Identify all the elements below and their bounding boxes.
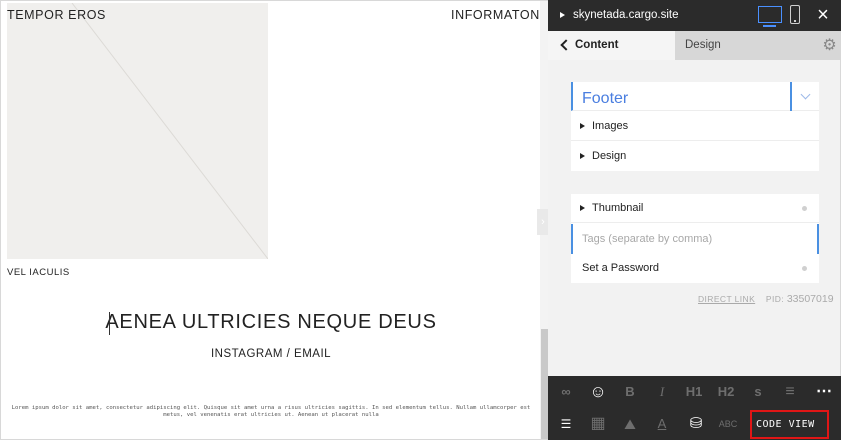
align-center-icon[interactable]: ≡ (774, 376, 806, 408)
row-password-label: Set a Password (582, 262, 660, 274)
row-thumbnail-label: Thumbnail (592, 202, 644, 214)
footer-paragraph: Lorem ipsum dolor sit amet, consectetur … (11, 405, 531, 418)
site-preview: TEMPOR EROS INFORMATON VEL IACULIS AENEA… (0, 0, 548, 440)
nav-link-information[interactable]: INFORMATON (451, 8, 540, 22)
panel-tabs: Content Design ⚙ (548, 31, 841, 60)
italic-button[interactable]: I (646, 376, 678, 408)
desktop-view-icon[interactable] (758, 6, 782, 27)
code-view-button[interactable]: CODE VIEW (750, 410, 829, 439)
row-password[interactable]: Set a Password (571, 254, 819, 283)
tab-content[interactable]: Content (548, 31, 675, 60)
page-headline[interactable]: AENEA ULTRICIES NEQUE DEUS (1, 311, 541, 334)
list-icon[interactable]: ☰ (550, 408, 582, 440)
panel-topbar: skynetada.cargo.site × (548, 0, 841, 31)
close-icon[interactable]: × (810, 4, 836, 27)
image-placeholder[interactable] (7, 3, 268, 259)
status-dot-icon (802, 266, 807, 271)
section-select[interactable]: Footer (571, 82, 819, 111)
chevron-down-icon[interactable] (800, 89, 811, 100)
placeholder-diagonal (71, 3, 268, 259)
h2-button[interactable]: H2 (710, 376, 742, 408)
text-columns-icon[interactable]: ABC (712, 408, 744, 440)
emoji-icon[interactable]: ☺ (582, 376, 614, 408)
expand-triangle-icon[interactable] (560, 12, 565, 18)
small-text-button[interactable]: s (742, 376, 774, 408)
chevron-left-icon (560, 39, 572, 51)
grid-icon[interactable]: ▦ (582, 408, 614, 440)
text-style-icon[interactable]: A (646, 408, 678, 440)
link-icon[interactable]: ∞ (550, 376, 582, 408)
direct-link[interactable]: DIRECT LINK (698, 294, 755, 304)
tab-content-label: Content (575, 39, 619, 51)
row-thumbnail[interactable]: Thumbnail (571, 194, 819, 223)
mobile-view-icon[interactable] (790, 5, 800, 24)
more-icon[interactable]: ⋯ (808, 376, 840, 408)
panel-collapse-handle[interactable]: › (537, 209, 548, 235)
site-url[interactable]: skynetada.cargo.site (573, 9, 678, 21)
row-images-label: Images (592, 120, 629, 132)
expand-triangle-icon (580, 205, 585, 211)
row-design-label: Design (592, 150, 627, 162)
tab-design[interactable]: Design (675, 31, 818, 60)
expand-triangle-icon (580, 153, 585, 159)
page-meta-group: Thumbnail Set a Password (571, 194, 819, 283)
editor-panel: skynetada.cargo.site × Content Design ⚙ … (548, 0, 841, 440)
image-gallery-icon[interactable]: ⛰ (614, 408, 646, 440)
select-divider (790, 82, 792, 111)
page-meta-line: DIRECT LINK PID: 33507019 (698, 293, 834, 305)
status-dot-icon (802, 206, 807, 211)
row-design[interactable]: Design (571, 142, 819, 171)
site-title[interactable]: TEMPOR EROS (7, 8, 106, 22)
pid-label: PID: (765, 294, 785, 304)
preview-scrollbar-thumb[interactable] (541, 329, 548, 439)
expand-triangle-icon (580, 123, 585, 129)
image-caption: VEL IACULIS (7, 267, 70, 278)
bold-button[interactable]: B (614, 376, 646, 408)
pid-value: 33507019 (786, 293, 834, 305)
section-settings-group: Footer Images Design (571, 82, 819, 171)
editor-toolbar: ∞ ☺ B I H1 H2 s ≡ ⋯ ☰ ▦ ⛰ A ⛁ ABC CODE V… (548, 376, 841, 440)
contact-links[interactable]: INSTAGRAM / EMAIL (1, 348, 541, 360)
h1-button[interactable]: H1 (678, 376, 710, 408)
tab-design-label: Design (685, 39, 721, 51)
text-cursor (109, 312, 110, 335)
gear-icon[interactable]: ⚙ (818, 31, 841, 60)
section-select-value: Footer (582, 90, 629, 107)
tags-input[interactable] (571, 224, 819, 254)
shop-icon[interactable]: ⛁ (680, 408, 712, 440)
row-tags (571, 224, 819, 254)
row-images[interactable]: Images (571, 112, 819, 141)
